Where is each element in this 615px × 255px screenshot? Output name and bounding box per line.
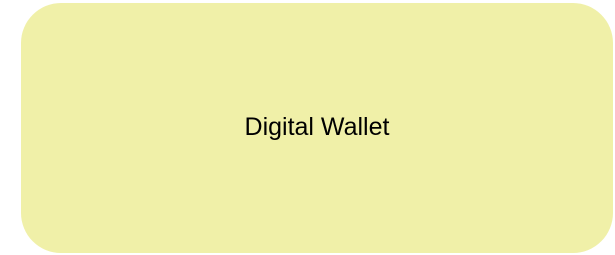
digital-wallet-label: Digital Wallet [244, 112, 390, 141]
digital-wallet-node[interactable]: Digital Wallet [21, 3, 613, 253]
diagram-canvas: Digital Wallet [0, 0, 615, 255]
